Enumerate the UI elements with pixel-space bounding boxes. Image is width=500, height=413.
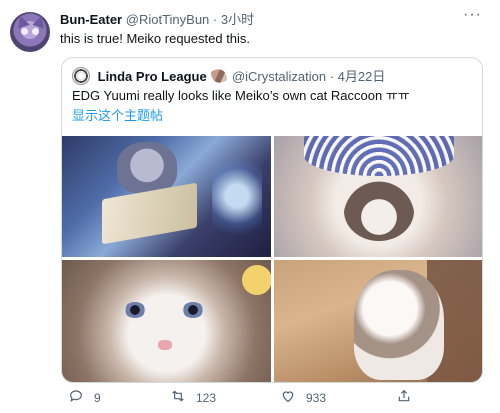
media-image-cat-lace[interactable] (274, 136, 482, 257)
media-image-cat-sitting[interactable] (274, 260, 482, 382)
action-bar: 9 123 933 (60, 388, 480, 406)
author-name[interactable]: Bun-Eater (60, 12, 122, 27)
more-icon[interactable]: ··· (463, 6, 482, 24)
quoted-text: EDG Yuumi really looks like Meiko’s own … (72, 88, 410, 103)
quoted-author-name[interactable]: Linda Pro League (98, 69, 207, 84)
avatar[interactable] (10, 12, 50, 52)
retweet-button[interactable]: 123 (170, 388, 216, 407)
tweet-text: this is true! Meiko requested this. (60, 31, 251, 46)
media-image-cat-closeup[interactable] (62, 260, 271, 382)
reply-count: 9 (94, 390, 101, 405)
media-grid (62, 136, 482, 382)
tweet[interactable]: Bun-Eater @RiotTinyBun · 3小时 ··· this is… (0, 0, 500, 413)
reply-icon (68, 388, 84, 407)
quoted-tweet[interactable]: Linda Pro League @iCrystalization · 4月22… (61, 57, 483, 383)
show-thread-link[interactable]: 显示这个主题帖 (72, 108, 163, 124)
quoted-avatar[interactable] (72, 67, 90, 85)
like-button[interactable]: 933 (280, 388, 326, 407)
tweet-time[interactable]: 3小时 (221, 12, 254, 27)
share-icon (396, 388, 412, 407)
quoted-header: Linda Pro League @iCrystalization · 4月22… (72, 67, 385, 85)
retweet-count: 123 (196, 390, 217, 405)
tweet-header: Bun-Eater @RiotTinyBun · 3小时 (60, 12, 254, 28)
reply-button[interactable]: 9 (68, 388, 101, 407)
share-button[interactable] (396, 388, 412, 407)
retweet-icon (170, 388, 186, 407)
feather-emoji-icon (210, 67, 229, 85)
like-count: 933 (306, 390, 327, 405)
separator-dot: · (212, 12, 218, 27)
quoted-author-handle[interactable]: @iCrystalization (232, 69, 326, 84)
author-handle[interactable]: @RiotTinyBun (126, 12, 210, 27)
separator-dot: · (329, 69, 335, 84)
like-icon (280, 388, 296, 407)
quoted-date[interactable]: 4月22日 (338, 69, 386, 84)
media-image-yuumi[interactable] (62, 136, 271, 257)
